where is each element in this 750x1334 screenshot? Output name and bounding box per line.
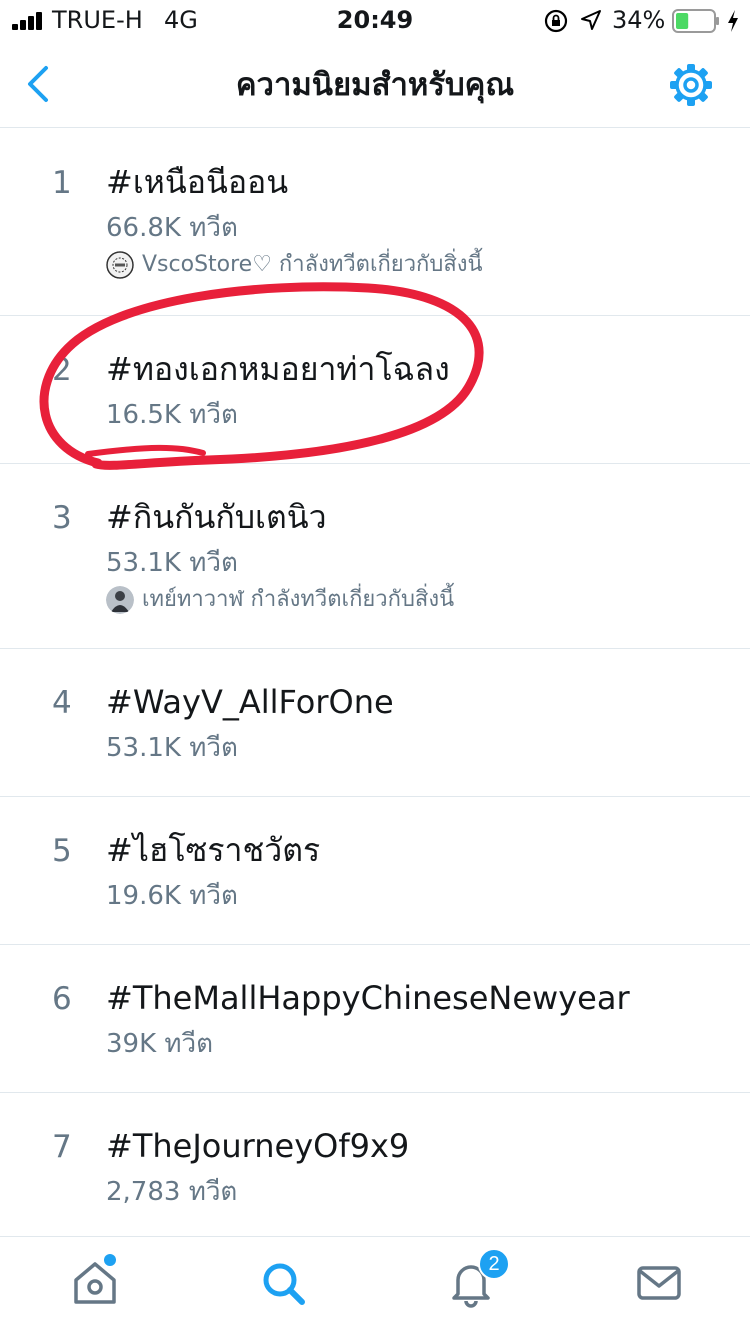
home-unread-dot (104, 1254, 116, 1266)
trend-tweet-count: 53.1K ทวีต (106, 733, 238, 763)
trend-context: VscoStore♡ กำลังทวีตเกี่ยวกับสิ่งนี้ (106, 251, 483, 281)
trend-hashtag[interactable]: #WayV_AllForOne (106, 681, 394, 723)
trend-tweet-count: 19.6K ทวีต (106, 881, 238, 911)
battery-percent: 34% (612, 6, 666, 34)
trend-list: 1 #เหนือนีออน 66.8K ทวีต VscoStore♡ กำลั… (0, 129, 750, 1236)
trend-rank: 6 (52, 981, 72, 1017)
location-icon (581, 10, 601, 30)
trend-rank: 7 (52, 1129, 72, 1165)
trend-rank: 4 (52, 685, 72, 721)
charging-icon (728, 10, 738, 32)
battery-icon (672, 9, 719, 33)
trend-tweet-count: 2,783 ทวีต (106, 1177, 238, 1207)
trend-row-7[interactable]: 7 #TheJourneyOf9x9 2,783 ทวีต (0, 1093, 750, 1236)
search-icon[interactable] (258, 1258, 308, 1308)
home-icon[interactable] (70, 1258, 120, 1308)
trend-hashtag[interactable]: #เหนือนีออน (106, 161, 288, 203)
gear-icon[interactable] (668, 62, 714, 108)
trend-rank: 2 (52, 352, 72, 388)
trend-row-1[interactable]: 1 #เหนือนีออน 66.8K ทวีต VscoStore♡ กำลั… (0, 129, 750, 316)
status-bar: TRUE-H 4G 20:49 34% (0, 0, 750, 40)
trend-hashtag[interactable]: #ทองเอกหมอยาท่าโฉลง (106, 348, 450, 390)
trend-rank: 3 (52, 500, 72, 536)
trend-hashtag[interactable]: #TheJourneyOf9x9 (106, 1125, 409, 1167)
trend-row-5[interactable]: 5 #ไฮโซราชวัตร 19.6K ทวีต (0, 797, 750, 945)
trend-hashtag[interactable]: #TheMallHappyChineseNewyear (106, 977, 630, 1019)
trend-context-text: VscoStore♡ กำลังทวีตเกี่ยวกับสิ่งนี้ (142, 252, 483, 277)
trend-tweet-count: 39K ทวีต (106, 1029, 214, 1059)
trend-hashtag[interactable]: #กินกันกับเตนิว (106, 496, 327, 538)
avatar (106, 251, 134, 279)
trend-rank: 5 (52, 833, 72, 869)
trend-context-text: เทย์ทาวาฬ กำลังทวีตเกี่ยวกับสิ่งนี้ (142, 587, 455, 612)
trend-tweet-count: 66.8K ทวีต (106, 213, 238, 243)
lock-rotation-icon (544, 9, 568, 33)
avatar (106, 586, 134, 614)
trend-tweet-count: 53.1K ทวีต (106, 548, 238, 578)
trend-rank: 1 (52, 165, 72, 201)
nav-bar: ความนิยมสำหรับคุณ (0, 40, 750, 128)
notification-count-badge: 2 (478, 1248, 510, 1280)
mail-icon[interactable] (634, 1258, 684, 1308)
page-title: ความนิยมสำหรับคุณ (235, 67, 515, 103)
trend-tweet-count: 16.5K ทวีต (106, 400, 238, 430)
trend-row-4[interactable]: 4 #WayV_AllForOne 53.1K ทวีต (0, 649, 750, 797)
trend-context: เทย์ทาวาฬ กำลังทวีตเกี่ยวกับสิ่งนี้ (106, 586, 454, 616)
trend-row-2[interactable]: 2 #ทองเอกหมอยาท่าโฉลง 16.5K ทวีต (0, 316, 750, 464)
trend-row-3[interactable]: 3 #กินกันกับเตนิว 53.1K ทวีต เทย์ทาวาฬ ก… (0, 464, 750, 649)
trend-row-6[interactable]: 6 #TheMallHappyChineseNewyear 39K ทวีต (0, 945, 750, 1093)
trend-hashtag[interactable]: #ไฮโซราชวัตร (106, 829, 320, 871)
